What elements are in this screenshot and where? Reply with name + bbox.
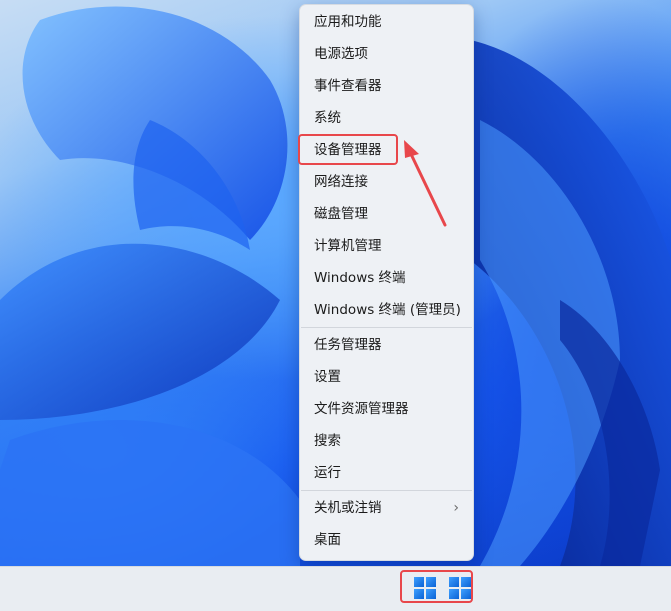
annotation-arrow [404,140,447,227]
highlight-box-start-button [400,570,473,603]
taskbar [0,566,671,611]
